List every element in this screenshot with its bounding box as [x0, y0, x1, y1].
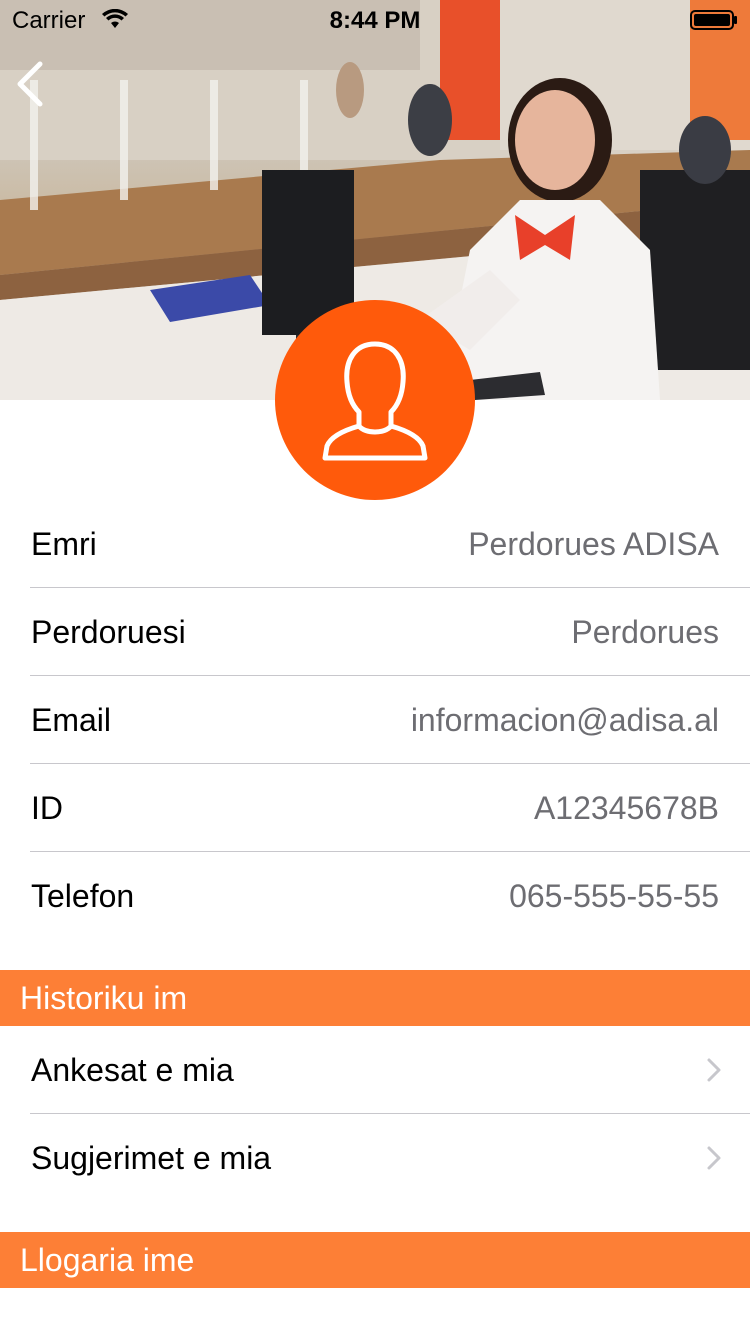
- clock-label: 8:44 PM: [329, 7, 421, 34]
- section-header-history: Historiku im: [0, 970, 750, 1026]
- chevron-right-icon: [707, 1146, 721, 1170]
- profile-row-email: Email informacion@adisa.al: [0, 676, 750, 764]
- battery-icon: [690, 10, 737, 30]
- list-item-label: Sugjerimet e mia: [31, 1139, 272, 1176]
- row-value: Perdorues ADISA: [468, 525, 719, 562]
- list-item-label: Ankesat e mia: [31, 1051, 234, 1088]
- history-item-complaints[interactable]: Ankesat e mia: [0, 1026, 750, 1114]
- row-value: 065-555-55-55: [509, 877, 719, 914]
- avatar[interactable]: [275, 300, 475, 500]
- row-label: Telefon: [31, 877, 135, 914]
- row-value: Perdorues: [571, 613, 719, 650]
- row-label: Email: [31, 701, 112, 738]
- status-bar: Carrier 8:44 PM: [0, 0, 750, 40]
- history-list: Ankesat e mia Sugjerimet e mia: [0, 1026, 750, 1202]
- row-label: Emri: [31, 525, 97, 562]
- profile-row-username: Perdoruesi Perdorues: [0, 588, 750, 676]
- row-value: A12345678B: [533, 789, 719, 826]
- section-header-account: Llogaria ime: [0, 1232, 750, 1288]
- row-label: ID: [31, 789, 63, 826]
- row-value: informacion@adisa.al: [410, 701, 719, 738]
- row-label: Perdoruesi: [31, 613, 186, 650]
- history-item-suggestions[interactable]: Sugjerimet e mia: [0, 1114, 750, 1202]
- chevron-right-icon: [707, 1058, 721, 1082]
- profile-info-list: Emri Perdorues ADISA Perdoruesi Perdorue…: [0, 500, 750, 940]
- user-silhouette-icon: [322, 341, 428, 461]
- profile-row-name: Emri Perdorues ADISA: [0, 500, 750, 588]
- profile-row-id: ID A12345678B: [0, 764, 750, 852]
- chevron-left-icon: [17, 61, 43, 107]
- back-button[interactable]: [10, 58, 54, 110]
- profile-row-phone: Telefon 065-555-55-55: [0, 852, 750, 940]
